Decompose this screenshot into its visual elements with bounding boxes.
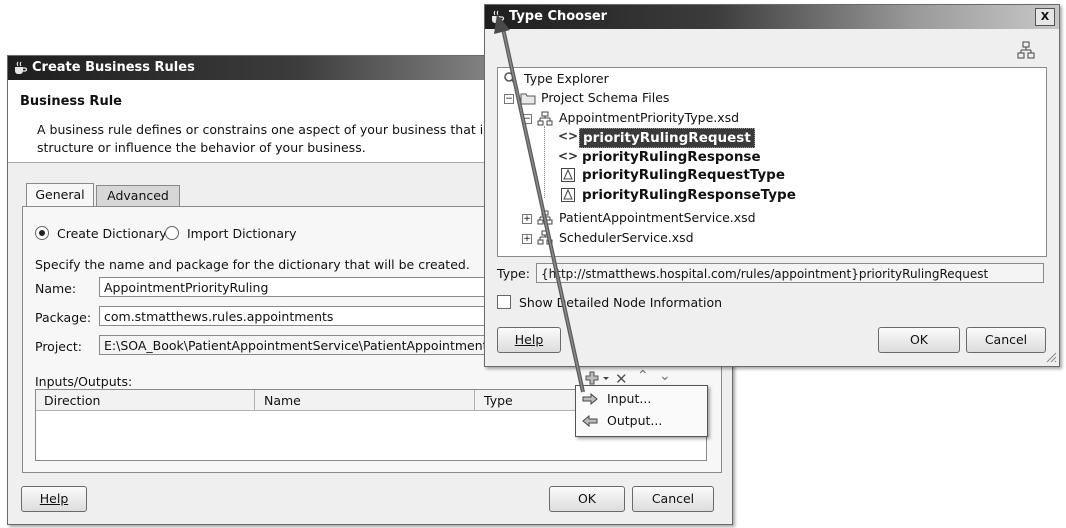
annotation-arrow [494,14,585,393]
